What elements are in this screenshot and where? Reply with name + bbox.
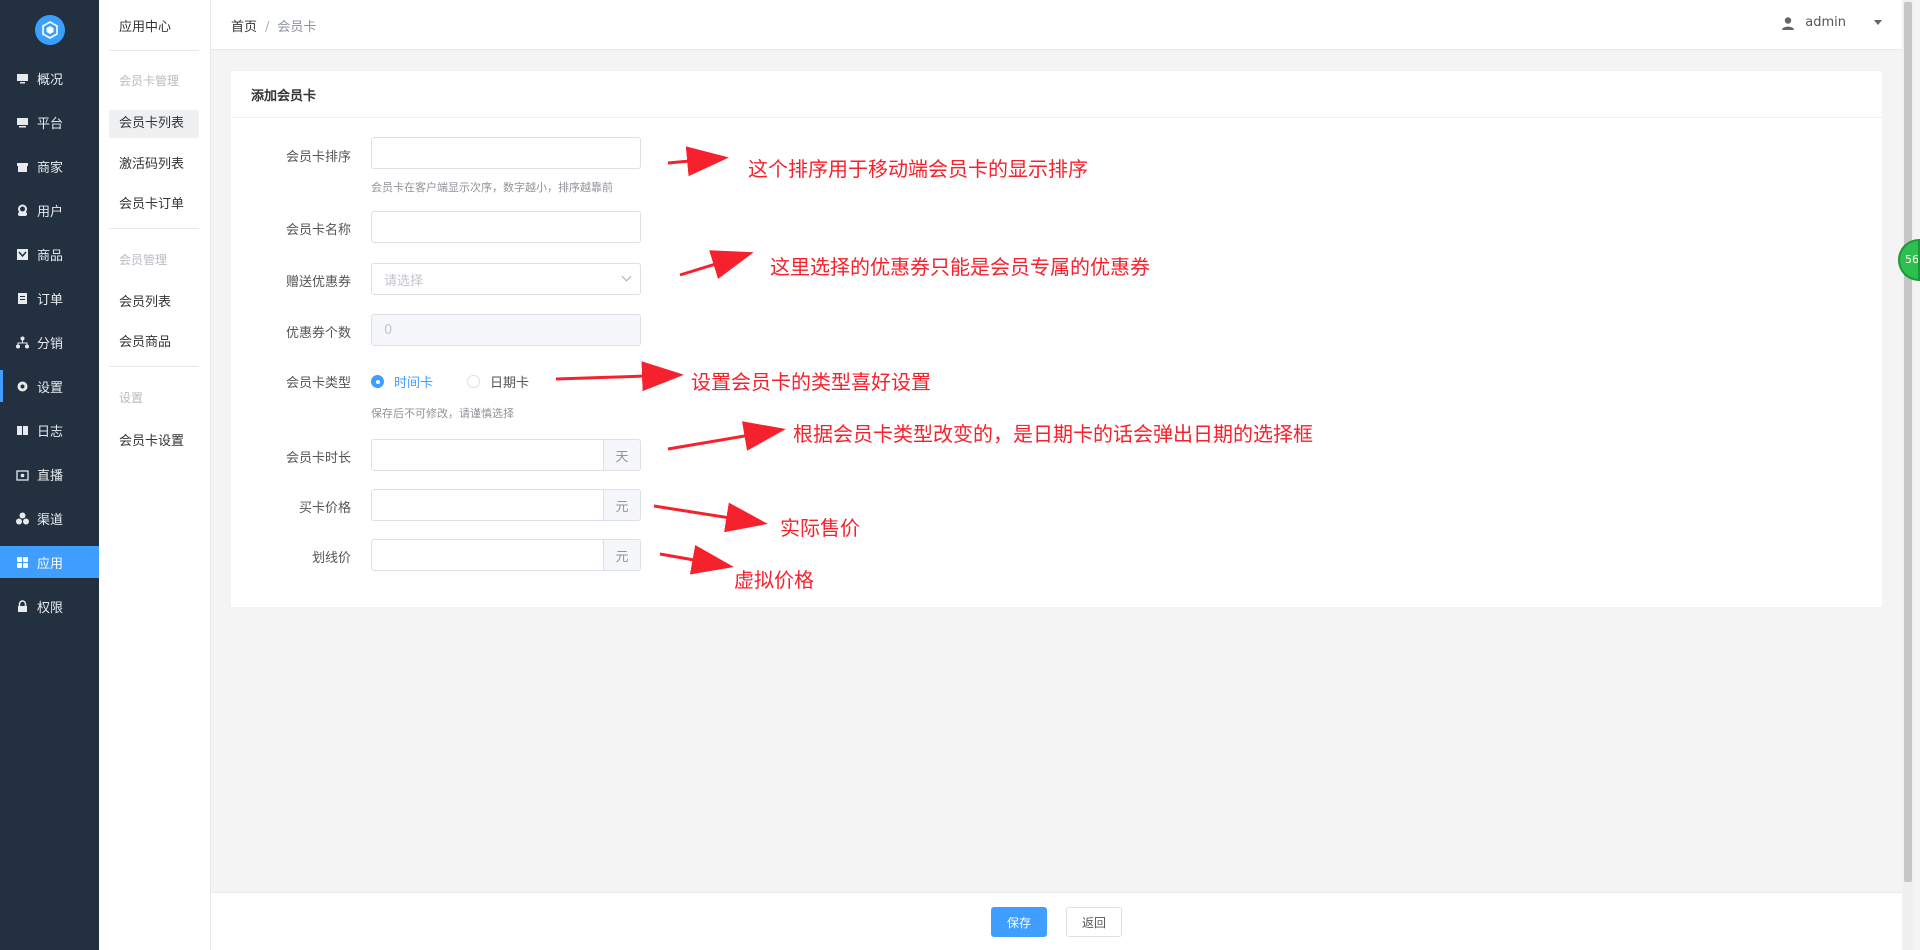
save-button[interactable]: 保存 <box>991 907 1047 937</box>
annotation-strike-price: 虚拟价格 <box>734 568 814 592</box>
footer-bar: 保存 返回 <box>211 892 1902 950</box>
scrollbar-thumb[interactable] <box>1904 2 1912 882</box>
arrow-2 <box>679 250 754 279</box>
arrow-1 <box>667 146 729 177</box>
vertical-scrollbar[interactable] <box>1902 0 1914 950</box>
annotation-arrows <box>555 146 786 575</box>
annotation-card-type: 设置会员卡的类型喜好设置 <box>691 370 931 394</box>
arrow-4 <box>667 421 786 451</box>
back-button[interactable]: 返回 <box>1066 907 1122 937</box>
annotation-sort: 这个排序用于移动端会员卡的显示排序 <box>748 157 1088 181</box>
annotation-price: 实际售价 <box>780 516 860 540</box>
arrow-3 <box>555 361 684 392</box>
annotation-coupon: 这里选择的优惠券只能是会员专属的优惠券 <box>770 255 1150 279</box>
arrow-5 <box>653 502 768 533</box>
arrow-6 <box>659 544 734 575</box>
annotation-duration: 根据会员卡类型改变的，是日期卡的话会弹出日期的选择框 <box>793 422 1313 446</box>
